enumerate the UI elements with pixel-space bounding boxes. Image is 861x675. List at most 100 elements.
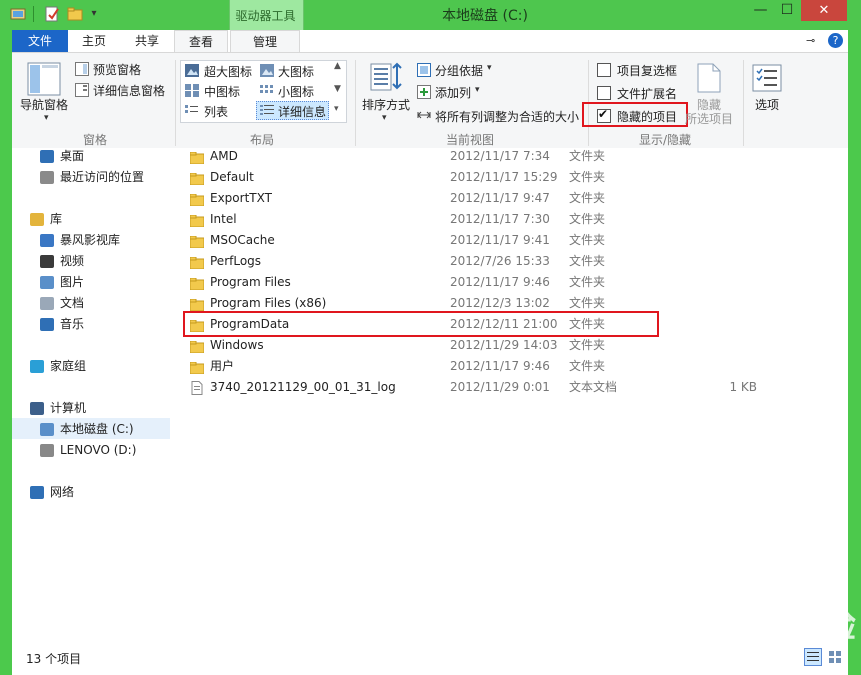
- maximize-button[interactable]: ☐: [774, 0, 800, 21]
- tab-home[interactable]: 主页: [68, 30, 120, 53]
- tab-file[interactable]: 文件: [12, 30, 68, 53]
- file-date: 2012/11/29 0:01: [450, 380, 550, 394]
- group-by-button[interactable]: 分组依据: [435, 62, 483, 79]
- expand-ribbon-icon[interactable]: ⊸: [806, 34, 815, 47]
- file-name: Intel: [210, 212, 237, 226]
- file-type: 文件夹: [569, 149, 606, 163]
- nav-item[interactable]: 库: [30, 210, 62, 229]
- layout-scroll-up-icon[interactable]: ▲: [334, 61, 341, 71]
- sort-by-chevron-icon[interactable]: ▾: [382, 113, 387, 123]
- sort-by-icon[interactable]: [370, 62, 402, 95]
- preview-pane-button[interactable]: 预览窗格: [93, 61, 141, 78]
- file-type: 文本文档: [569, 380, 618, 394]
- sort-by-button[interactable]: 排序方式: [362, 96, 410, 113]
- add-column-button[interactable]: 添加列: [435, 84, 471, 101]
- hide-selected-items-icon[interactable]: [697, 63, 721, 96]
- nav-item[interactable]: LENOVO (D:): [40, 441, 136, 460]
- options-button[interactable]: 选项: [755, 96, 779, 113]
- tab-view[interactable]: 查看: [174, 30, 228, 53]
- extra-large-icons-option[interactable]: 超大图标: [204, 63, 252, 80]
- details-option[interactable]: 详细信息: [278, 103, 326, 120]
- nav-item[interactable]: 暴风影视库: [40, 231, 120, 250]
- properties-icon[interactable]: [44, 6, 60, 22]
- context-tab-group-label: 驱动器工具: [235, 9, 296, 23]
- nav-item[interactable]: 音乐: [40, 315, 84, 334]
- navigation-pane-icon[interactable]: [27, 62, 61, 99]
- nav-item-label: 网络: [50, 485, 75, 499]
- list-option[interactable]: 列表: [204, 103, 228, 120]
- nav-item-label: 计算机: [50, 401, 87, 415]
- file-type: 文件夹: [569, 275, 606, 289]
- medium-icons-option[interactable]: 中图标: [204, 83, 240, 100]
- nav-item[interactable]: 计算机: [30, 399, 86, 418]
- folder-icon: [189, 339, 205, 354]
- nav-item[interactable]: 图片: [40, 273, 84, 292]
- group-by-chevron-icon[interactable]: ▾: [487, 63, 492, 73]
- nav-pane-chevron-icon[interactable]: ▾: [44, 113, 49, 123]
- item-checkboxes-label: 项目复选框: [617, 64, 678, 78]
- music-icon: [40, 318, 54, 331]
- ribbon-divider: [175, 60, 176, 146]
- new-folder-icon[interactable]: [67, 6, 83, 22]
- nav-item[interactable]: 家庭组: [30, 357, 86, 376]
- file-date: 2012/11/17 9:47: [450, 191, 550, 205]
- ribbon-divider: [743, 60, 744, 146]
- folder-icon: [189, 360, 205, 375]
- file-type: 文件夹: [569, 212, 606, 226]
- close-button[interactable]: ✕: [801, 0, 847, 21]
- documents-icon: [40, 297, 54, 310]
- item-checkboxes-checkbox[interactable]: [597, 63, 611, 77]
- file-name: 用户: [210, 359, 235, 373]
- large-icons-icon: [260, 64, 274, 80]
- nav-item[interactable]: 本地磁盘 (C:): [40, 420, 134, 439]
- network-icon: [30, 486, 44, 499]
- homegroup-icon: [30, 360, 44, 373]
- drive-icon: [40, 444, 54, 457]
- layout-scroll-down-icon[interactable]: ▼: [334, 84, 341, 94]
- file-name: Program Files: [210, 275, 291, 289]
- layout-expand-icon[interactable]: ▾: [334, 104, 339, 114]
- nav-item-label: 库: [50, 212, 63, 226]
- pictures-icon: [40, 276, 54, 289]
- ribbon-divider: [355, 60, 356, 146]
- size-all-columns-button[interactable]: 将所有列调整为合适的大小: [435, 108, 579, 125]
- nav-item-label: 暴风影视库: [60, 233, 121, 247]
- nav-item-label: 最近访问的位置: [60, 170, 145, 184]
- minimize-button[interactable]: —: [747, 0, 774, 21]
- folder-icon: [189, 150, 205, 165]
- nav-item-label: 音乐: [60, 317, 85, 331]
- local-disk-icon: [40, 423, 54, 436]
- show-hide-group-label: 显示/隐藏: [638, 133, 692, 147]
- help-icon[interactable]: ?: [828, 33, 843, 48]
- tab-manage[interactable]: 管理: [230, 30, 300, 53]
- large-icons-option[interactable]: 大图标: [278, 63, 314, 80]
- explorer-app-icon[interactable]: [10, 6, 26, 22]
- list-icon: [185, 104, 199, 120]
- folder-icon: [189, 192, 205, 207]
- details-pane-button[interactable]: 详细信息窗格: [93, 82, 165, 99]
- nav-item[interactable]: 桌面: [40, 147, 84, 166]
- recent-places-icon: [40, 171, 54, 184]
- large-icons-view-toggle-icon[interactable]: [826, 648, 844, 666]
- tab-share[interactable]: 共享: [120, 30, 174, 53]
- add-column-chevron-icon[interactable]: ▾: [475, 85, 480, 95]
- options-icon[interactable]: [752, 64, 782, 95]
- small-icons-option[interactable]: 小图标: [278, 83, 314, 100]
- file-extensions-checkbox[interactable]: [597, 86, 611, 100]
- layout-group-label: 布局: [249, 133, 274, 147]
- computer-icon: [30, 402, 44, 415]
- nav-item[interactable]: 视频: [40, 252, 84, 271]
- file-type: 文件夹: [569, 191, 606, 205]
- folder-icon: [189, 213, 205, 228]
- details-view-toggle-icon[interactable]: [804, 648, 822, 666]
- file-type: 文件夹: [569, 359, 606, 373]
- nav-item[interactable]: 最近访问的位置: [40, 168, 144, 187]
- file-name: ExportTXT: [210, 191, 272, 205]
- nav-item[interactable]: 文档: [40, 294, 84, 313]
- qat-customize-chevron-icon[interactable]: ▾: [88, 8, 100, 20]
- file-type: 文件夹: [569, 338, 606, 352]
- add-column-icon: [417, 85, 431, 102]
- navigation-pane-button[interactable]: 导航窗格: [20, 96, 68, 113]
- nav-item[interactable]: 网络: [30, 483, 74, 502]
- file-type: 文件夹: [569, 254, 606, 268]
